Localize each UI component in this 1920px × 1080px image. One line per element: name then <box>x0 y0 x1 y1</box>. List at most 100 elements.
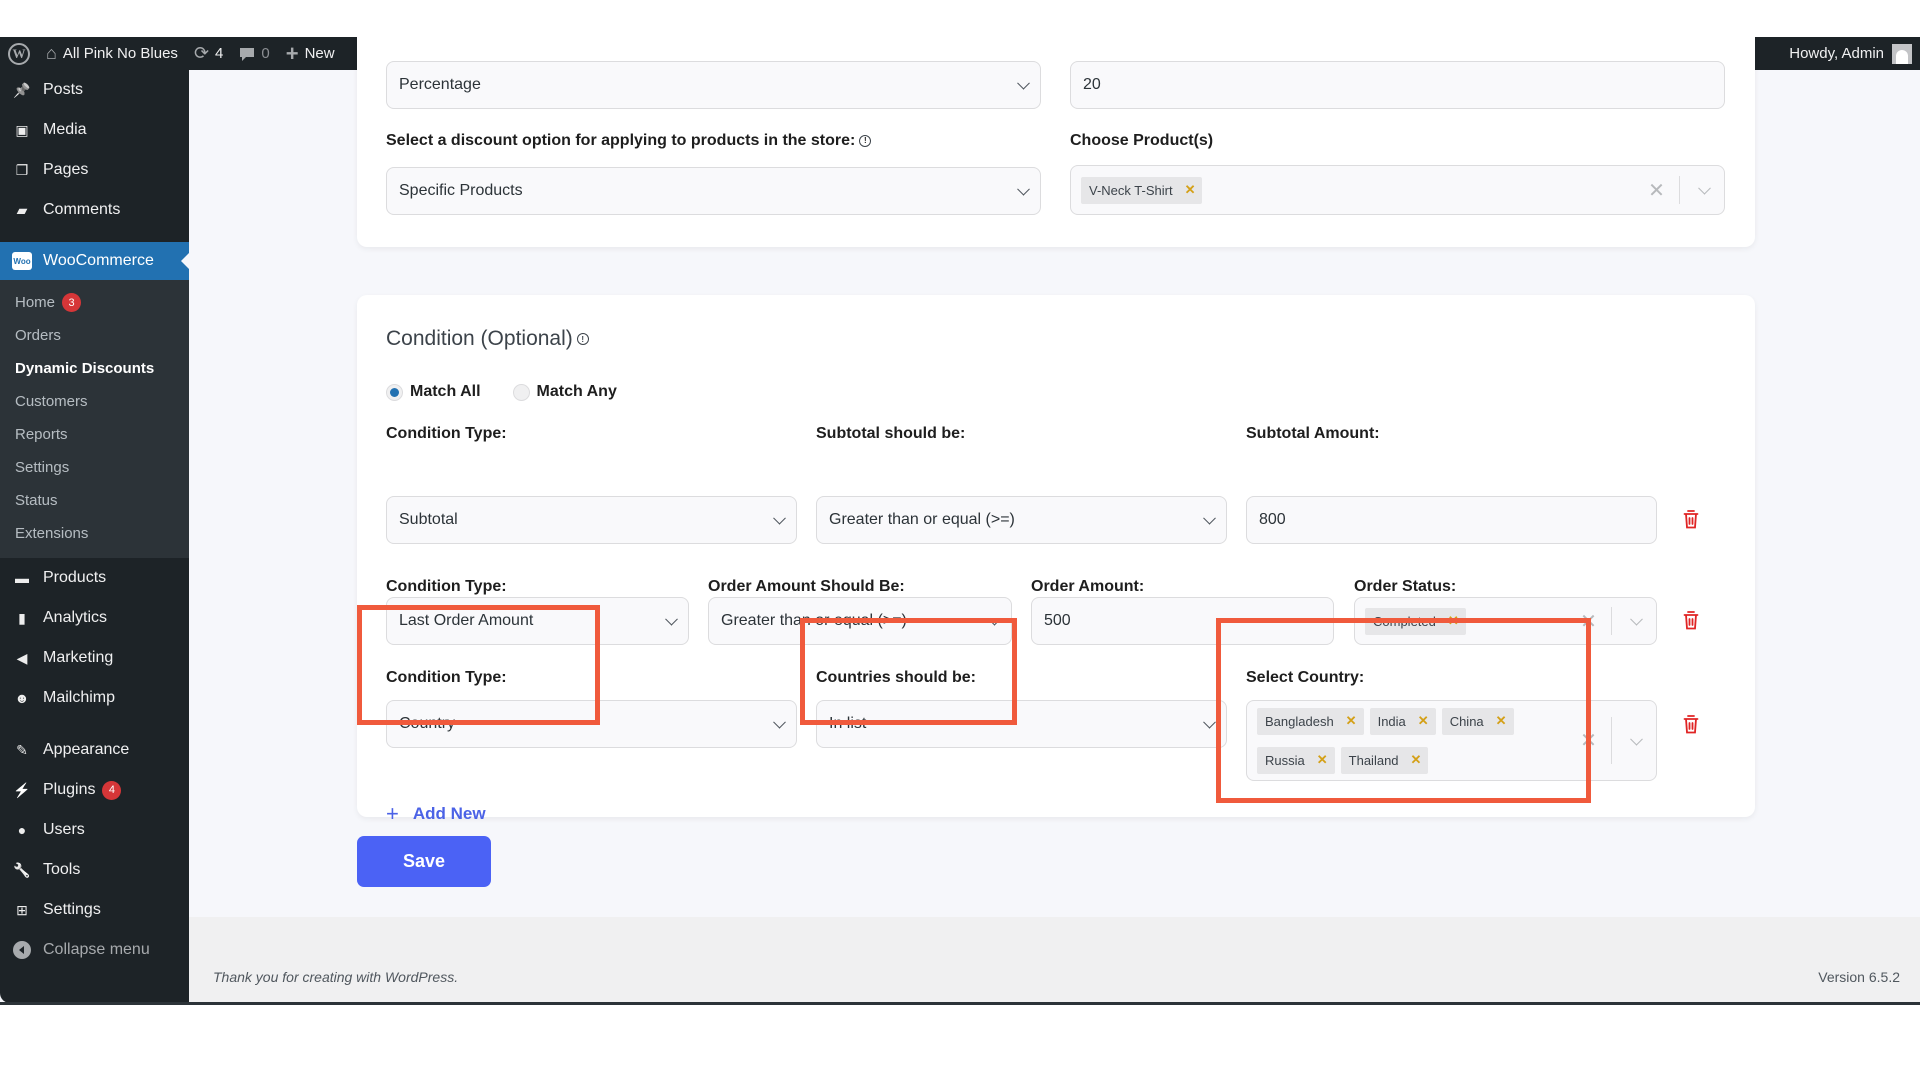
help-icon[interactable]: ! <box>859 134 872 147</box>
clear-all-icon[interactable]: ✕ <box>1634 178 1679 203</box>
add-new-condition-button[interactable]: + Add New <box>386 801 486 827</box>
conditions-card: Condition (Optional)! Match All Match An… <box>357 295 1755 826</box>
archive-icon: ▬ <box>15 570 29 586</box>
wp-logo-button[interactable]: W <box>0 37 38 70</box>
pages-icon: ❐ <box>15 161 29 178</box>
remove-tag-icon[interactable]: ✕ <box>1418 713 1429 729</box>
radio-button[interactable] <box>386 383 403 401</box>
chevron-down-icon <box>773 511 786 525</box>
remove-tag-icon[interactable]: ✕ <box>1496 713 1507 729</box>
radio-button[interactable] <box>512 383 530 401</box>
subtotal-operator-label: Subtotal should be: <box>816 425 966 442</box>
remove-tag-icon[interactable]: ✕ <box>1448 613 1459 629</box>
country-tag: Thailand ✕ <box>1340 746 1429 774</box>
order-status-multiselect[interactable]: Completed ✕ ✕ <box>1354 597 1657 645</box>
collapse-menu-button[interactable]: Collapse menu <box>0 930 189 970</box>
country-multiselect[interactable]: Bangladesh ✕ India ✕ China ✕ Russia ✕ Thailand ✕ … <box>1246 700 1657 781</box>
save-button[interactable]: Save <box>357 836 491 887</box>
updates-link[interactable]: ⟳ 4 <box>186 37 231 70</box>
condition-type-select[interactable]: Subtotal <box>386 496 797 544</box>
woocommerce-icon: Woo <box>12 251 32 271</box>
submenu-item-status[interactable]: Status <box>0 484 189 517</box>
count-badge: 3 <box>62 293 82 312</box>
sidebar-item-products[interactable]: ▬ Products <box>0 558 189 598</box>
pin-icon: 📌 <box>13 81 31 98</box>
subtotal-amount-input[interactable]: 800 <box>1246 496 1657 544</box>
conditions-heading: Condition (Optional)! <box>386 327 589 351</box>
condition-type-select[interactable]: Last Order Amount <box>386 597 689 645</box>
site-name-link[interactable]: ⌂ All Pink No Blues <box>38 37 186 70</box>
remove-tag-icon[interactable]: ✕ <box>1317 752 1328 768</box>
submenu-item-customers[interactable]: Customers <box>0 385 189 418</box>
admin-footer: Thank you for creating with WordPress. V… <box>189 917 1920 1002</box>
sidebar-item-tools[interactable]: 🔧 Tools <box>0 850 189 890</box>
match-any-radio[interactable]: Match Any <box>512 383 617 401</box>
delete-condition-icon[interactable] <box>1683 715 1699 734</box>
plugin-icon: ⚡ <box>13 781 31 798</box>
subtotal-operator-select[interactable]: Greater than or equal (>=) <box>816 496 1227 544</box>
sidebar-item-pages[interactable]: ❐ Pages <box>0 150 189 190</box>
order-amount-input[interactable]: 500 <box>1031 597 1334 645</box>
clear-all-icon[interactable]: ✕ <box>1566 609 1611 634</box>
sidebar-mid-group: ▬ Products ▮ Analytics ◀ Marketing ☻ Mailchimp <box>0 558 189 718</box>
remove-tag-icon[interactable]: ✕ <box>1346 713 1357 729</box>
comment-bubble-icon <box>239 46 255 62</box>
sidebar-item-marketing[interactable]: ◀ Marketing <box>0 638 189 678</box>
submenu-item-extensions[interactable]: Extensions <box>0 517 189 550</box>
user-icon: ● <box>17 822 27 838</box>
delete-condition-icon[interactable] <box>1683 611 1699 630</box>
settings-icon: ⊞ <box>16 901 28 918</box>
order-amount-operator-select[interactable]: Greater than or equal (>=) <box>708 597 1012 645</box>
submenu-item-home[interactable]: Home 3 <box>0 286 189 319</box>
apply-discount-select[interactable]: Specific Products <box>386 167 1041 215</box>
chevron-down-icon <box>1203 511 1216 525</box>
condition-type-label: Condition Type: <box>386 669 507 686</box>
sidebar-item-woocommerce[interactable]: Woo WooCommerce <box>0 242 189 280</box>
sidebar-item-comments[interactable]: ▰ Comments <box>0 190 189 230</box>
megaphone-icon: ◀ <box>16 649 28 666</box>
clear-all-icon[interactable]: ✕ <box>1566 728 1611 753</box>
sidebar-item-analytics[interactable]: ▮ Analytics <box>0 598 189 638</box>
sidebar-item-users[interactable]: ● Users <box>0 810 189 850</box>
status-tag: Completed ✕ <box>1365 607 1466 635</box>
country-tag: China ✕ <box>1441 707 1514 735</box>
admin-sidebar: 📌 Posts ▣ Media ❐ Pages ▰ Comments Woo WooComme… <box>0 70 189 1002</box>
chevron-down-icon <box>665 612 678 626</box>
match-all-radio[interactable]: Match All <box>386 383 481 401</box>
order-amount-label: Order Amount: <box>1031 578 1145 595</box>
countries-operator-select[interactable]: In list <box>816 700 1227 748</box>
help-icon[interactable]: ! <box>576 333 589 346</box>
wrench-icon: 🔧 <box>13 861 31 878</box>
submenu-item-settings[interactable]: Settings <box>0 451 189 484</box>
sidebar-item-mailchimp[interactable]: ☻ Mailchimp <box>0 678 189 718</box>
sidebar-item-media[interactable]: ▣ Media <box>0 110 189 150</box>
country-tag: Bangladesh ✕ <box>1257 707 1364 735</box>
remove-tag-icon[interactable]: ✕ <box>1411 752 1422 768</box>
sidebar-item-posts[interactable]: 📌 Posts <box>0 70 189 110</box>
comments-link[interactable]: 0 <box>231 37 277 70</box>
dropdown-toggle[interactable] <box>1612 598 1656 644</box>
mailchimp-icon: ☻ <box>14 690 30 706</box>
products-multiselect[interactable]: V-Neck T-Shirt ✕ ✕ <box>1070 165 1725 215</box>
my-account-link[interactable]: Howdy, Admin <box>1789 43 1920 64</box>
product-tag: V-Neck T-Shirt ✕ <box>1081 176 1203 204</box>
submenu-item-orders[interactable]: Orders <box>0 319 189 352</box>
wordpress-logo-icon: W <box>8 42 30 65</box>
sidebar-item-appearance[interactable]: ✎ Appearance <box>0 730 189 770</box>
sidebar-bottom-group: ✎ Appearance ⚡ Plugins 4 ● Users 🔧 Tools ⊞ Setting… <box>0 730 189 930</box>
footer-thanks-text: Thank you for creating with WordPress. <box>213 969 459 985</box>
discount-amount-input[interactable]: 20 <box>1070 61 1725 109</box>
new-content-link[interactable]: + New <box>278 37 343 70</box>
dropdown-toggle[interactable] <box>1680 166 1724 214</box>
condition-type-select[interactable]: Country <box>386 700 797 748</box>
discount-type-select[interactable]: Percentage <box>386 61 1041 109</box>
country-tag: India ✕ <box>1369 707 1436 735</box>
chevron-down-icon <box>988 612 1001 626</box>
delete-condition-icon[interactable] <box>1683 510 1699 529</box>
remove-tag-icon[interactable]: ✕ <box>1185 182 1196 198</box>
sidebar-item-plugins[interactable]: ⚡ Plugins 4 <box>0 770 189 810</box>
submenu-item-dynamic-discounts[interactable]: Dynamic Discounts <box>0 352 189 385</box>
dropdown-toggle[interactable] <box>1612 701 1656 780</box>
submenu-item-reports[interactable]: Reports <box>0 418 189 451</box>
sidebar-item-settings[interactable]: ⊞ Settings <box>0 890 189 930</box>
